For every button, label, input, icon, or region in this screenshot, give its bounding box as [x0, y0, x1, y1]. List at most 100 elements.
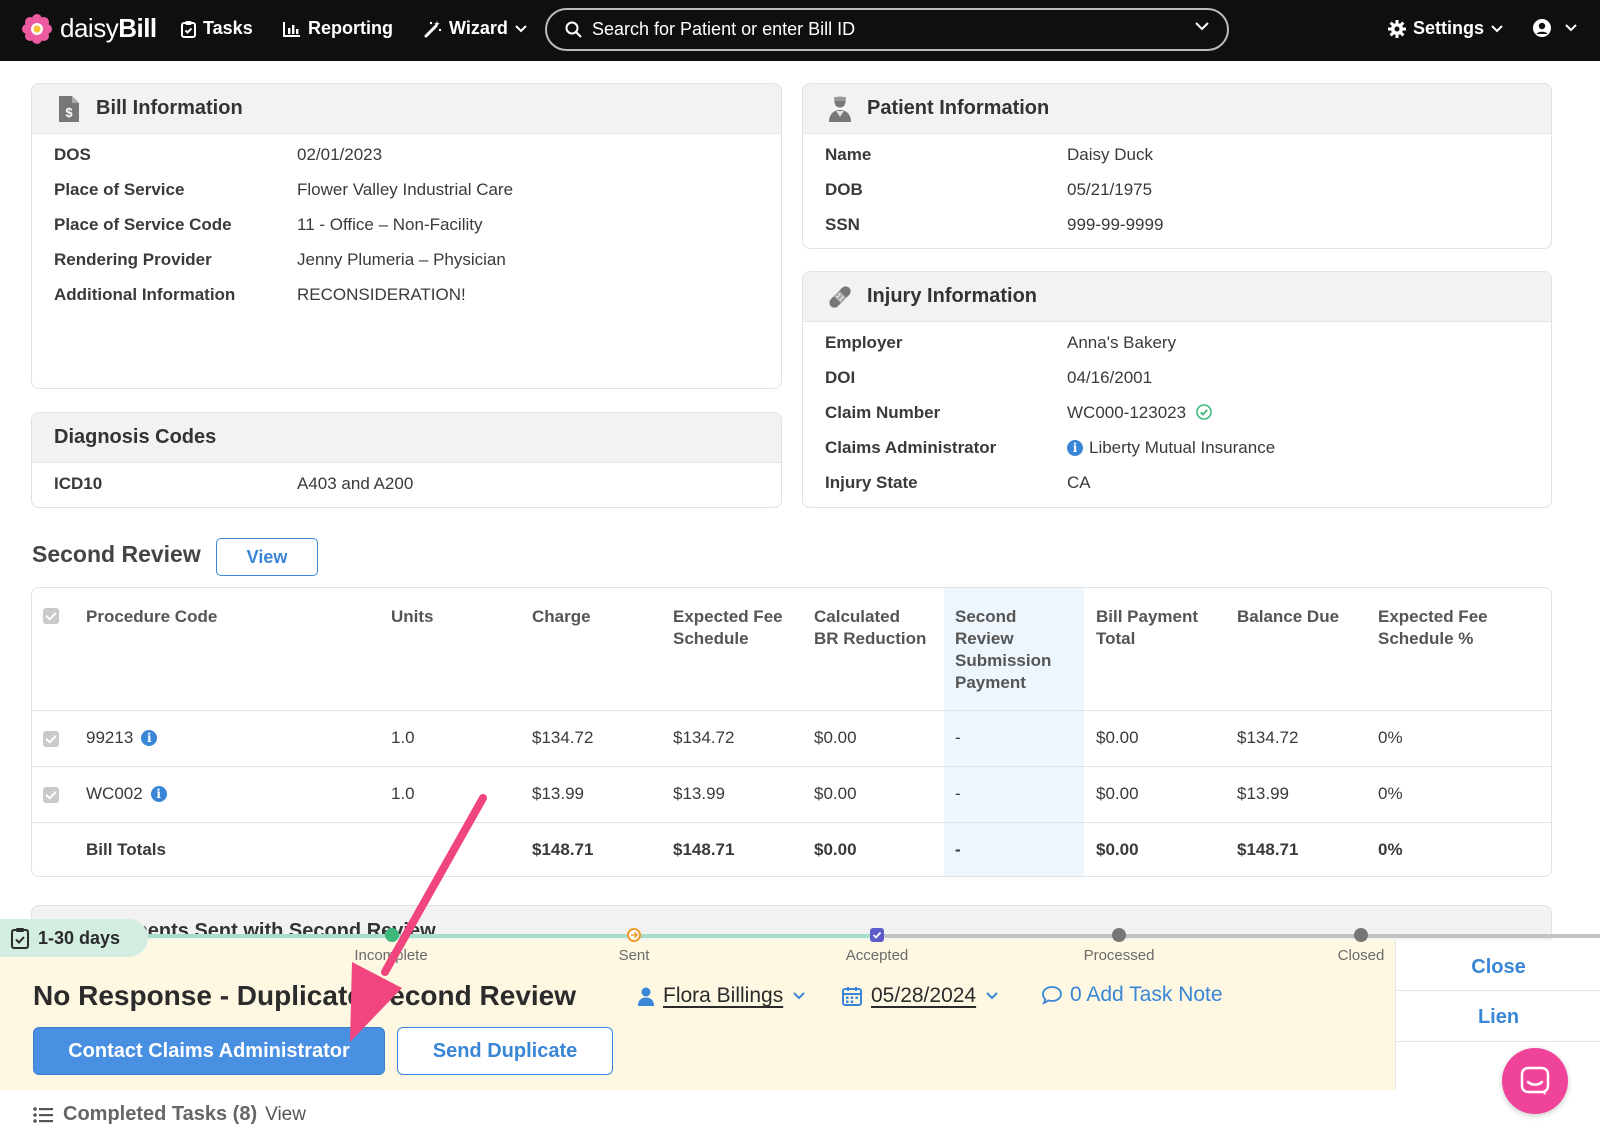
col-header-expected-fee-pct[interactable]: Expected Fee Schedule % — [1378, 606, 1488, 650]
bill-info-label: DOS — [54, 145, 91, 164]
completed-tasks[interactable]: Completed Tasks (8) View — [33, 1103, 306, 1126]
header-line: Expected Fee — [673, 607, 783, 626]
col-header-procedure[interactable]: Procedure Code — [86, 606, 217, 628]
col-header-balance-due[interactable]: Balance Due — [1237, 606, 1339, 628]
bandage-icon — [825, 283, 855, 311]
injury-info-value: Anna's Bakery — [1067, 333, 1177, 352]
units-cell: 1.0 — [391, 784, 415, 803]
step-label: Incomplete — [354, 947, 428, 964]
second-review-payment-cell: - — [955, 784, 961, 803]
age-badge-label: 1-30 days — [38, 927, 121, 948]
search-icon — [565, 21, 582, 38]
col-header-bill-payment-total[interactable]: Bill Payment Total — [1096, 606, 1198, 650]
injury-information-card: Injury Information Employer Anna's Bakery… — [802, 271, 1552, 508]
completed-tasks-label: Completed Tasks (8) — [63, 1103, 258, 1125]
step-dot-accepted — [870, 928, 884, 942]
row-checkbox[interactable] — [43, 731, 59, 747]
send-duplicate-button[interactable]: Send Duplicate — [397, 1027, 613, 1075]
magic-wand-icon — [424, 20, 442, 37]
diagnosis-label: ICD10 — [54, 474, 103, 493]
nav-reporting[interactable]: Reporting — [283, 18, 393, 39]
patient-information-card: Patient Information Name Daisy Duck DOB 05… — [802, 83, 1552, 249]
chevron-down-icon — [1491, 24, 1503, 32]
claim-number-text: WC000-123023 — [1067, 403, 1187, 422]
patient-info-value: 05/21/1975 — [1067, 180, 1153, 199]
lien-link[interactable]: Lien — [1396, 1006, 1600, 1029]
units-cell: 1.0 — [391, 728, 415, 747]
col-header-expected-fee[interactable]: Expected Fee Schedule — [673, 606, 783, 650]
svg-text:$: $ — [65, 105, 73, 120]
patient-information-header: Patient Information — [803, 84, 1551, 134]
patient-search-input[interactable]: Search for Patient or enter Bill ID — [545, 8, 1229, 51]
header-line: Schedule — [673, 629, 749, 648]
injury-information-header: Injury Information — [803, 272, 1551, 322]
totals-charge: $148.71 — [532, 840, 594, 859]
invoice-dollar-icon: $ — [54, 95, 84, 123]
claims-administrator-link[interactable]: i Liberty Mutual Insurance — [1067, 438, 1275, 458]
info-icon[interactable]: i — [141, 730, 158, 746]
col-header-second-review-payment[interactable]: Second Review Submission Payment — [955, 606, 1051, 694]
user-menu[interactable] — [1532, 18, 1584, 38]
bill-payment-total-cell: $0.00 — [1096, 784, 1139, 803]
injury-info-label: Claims Administrator — [825, 438, 997, 457]
patient-information-title: Patient Information — [867, 97, 1050, 119]
progress-remaining-track — [877, 934, 1600, 938]
patient-info-value: Daisy Duck — [1067, 145, 1153, 164]
diagnosis-codes-card: Diagnosis Codes ICD10 A403 and A200 — [31, 412, 782, 508]
bill-info-value: RECONSIDERATION! — [297, 285, 466, 304]
col-header-br-reduction[interactable]: Calculated BR Reduction — [814, 606, 926, 650]
select-all-checkbox[interactable] — [43, 608, 59, 624]
header-line: Total — [1096, 629, 1136, 648]
second-review-payment-cell: - — [955, 728, 961, 747]
diagnosis-codes-header: Diagnosis Codes — [32, 413, 781, 463]
user-circle-icon — [1533, 19, 1551, 37]
row-checkbox[interactable] — [43, 787, 59, 803]
step-dot-sent — [627, 928, 641, 942]
due-date-dropdown[interactable]: 05/28/2024 — [842, 984, 998, 1008]
procedure-table: Procedure Code Units Charge Expected Fee… — [31, 587, 1552, 877]
contact-claims-administrator-button[interactable]: Contact Claims Administrator — [33, 1027, 385, 1075]
row-divider — [32, 822, 1551, 823]
age-badge: 1-30 days — [0, 919, 148, 957]
bill-information-title: Bill Information — [96, 97, 243, 119]
nav-wizard[interactable]: Wizard — [424, 18, 534, 39]
assignee-dropdown[interactable]: Flora Billings — [638, 984, 805, 1008]
nav-tasks[interactable]: Tasks — [181, 18, 253, 39]
nav-wizard-label: Wizard — [449, 18, 508, 38]
chat-launcher-button[interactable] — [1502, 1048, 1568, 1114]
br-reduction-cell: $0.00 — [814, 784, 857, 803]
charge-cell: $134.72 — [532, 728, 594, 747]
header-line: Calculated — [814, 607, 900, 626]
injury-info-label: Employer — [825, 333, 903, 352]
info-icon[interactable]: i — [150, 786, 167, 802]
close-task-link[interactable]: Close — [1396, 956, 1600, 979]
bill-info-label: Additional Information — [54, 285, 236, 304]
totals-br-reduction: $0.00 — [814, 840, 857, 859]
injury-info-value: 04/16/2001 — [1067, 368, 1153, 387]
step-label: Processed — [1083, 947, 1155, 964]
top-nav: daisyBill Tasks Reporting Wizard Search … — [0, 0, 1600, 61]
side-divider — [1396, 990, 1600, 991]
verified-check-icon — [1196, 404, 1212, 420]
comment-icon — [1042, 986, 1062, 1005]
step-dot-complete — [385, 928, 399, 942]
header-line: BR Reduction — [814, 629, 927, 648]
col-header-units[interactable]: Units — [391, 606, 434, 628]
injury-info-label: DOI — [825, 368, 856, 387]
col-header-charge[interactable]: Charge — [532, 606, 591, 628]
second-review-view-button[interactable]: View — [216, 538, 318, 576]
gear-icon — [1388, 19, 1406, 38]
brand-logo[interactable]: daisyBill — [22, 13, 157, 44]
nav-settings[interactable]: Settings — [1388, 18, 1510, 39]
injury-info-label: Injury State — [825, 473, 918, 492]
claims-administrator-text: Liberty Mutual Insurance — [1089, 438, 1276, 457]
add-task-note-link[interactable]: 0 Add Task Note — [1041, 983, 1223, 1007]
header-line: Payment — [955, 673, 1026, 692]
step-label: Closed — [1337, 947, 1385, 964]
completed-tasks-view-link[interactable]: View — [265, 1104, 306, 1126]
totals-label: Bill Totals — [86, 840, 166, 859]
calendar-icon — [842, 987, 862, 1006]
procedure-code-cell: 99213 i — [86, 728, 158, 748]
header-line: Bill Payment — [1096, 607, 1199, 626]
chevron-down-icon[interactable] — [1195, 22, 1209, 31]
